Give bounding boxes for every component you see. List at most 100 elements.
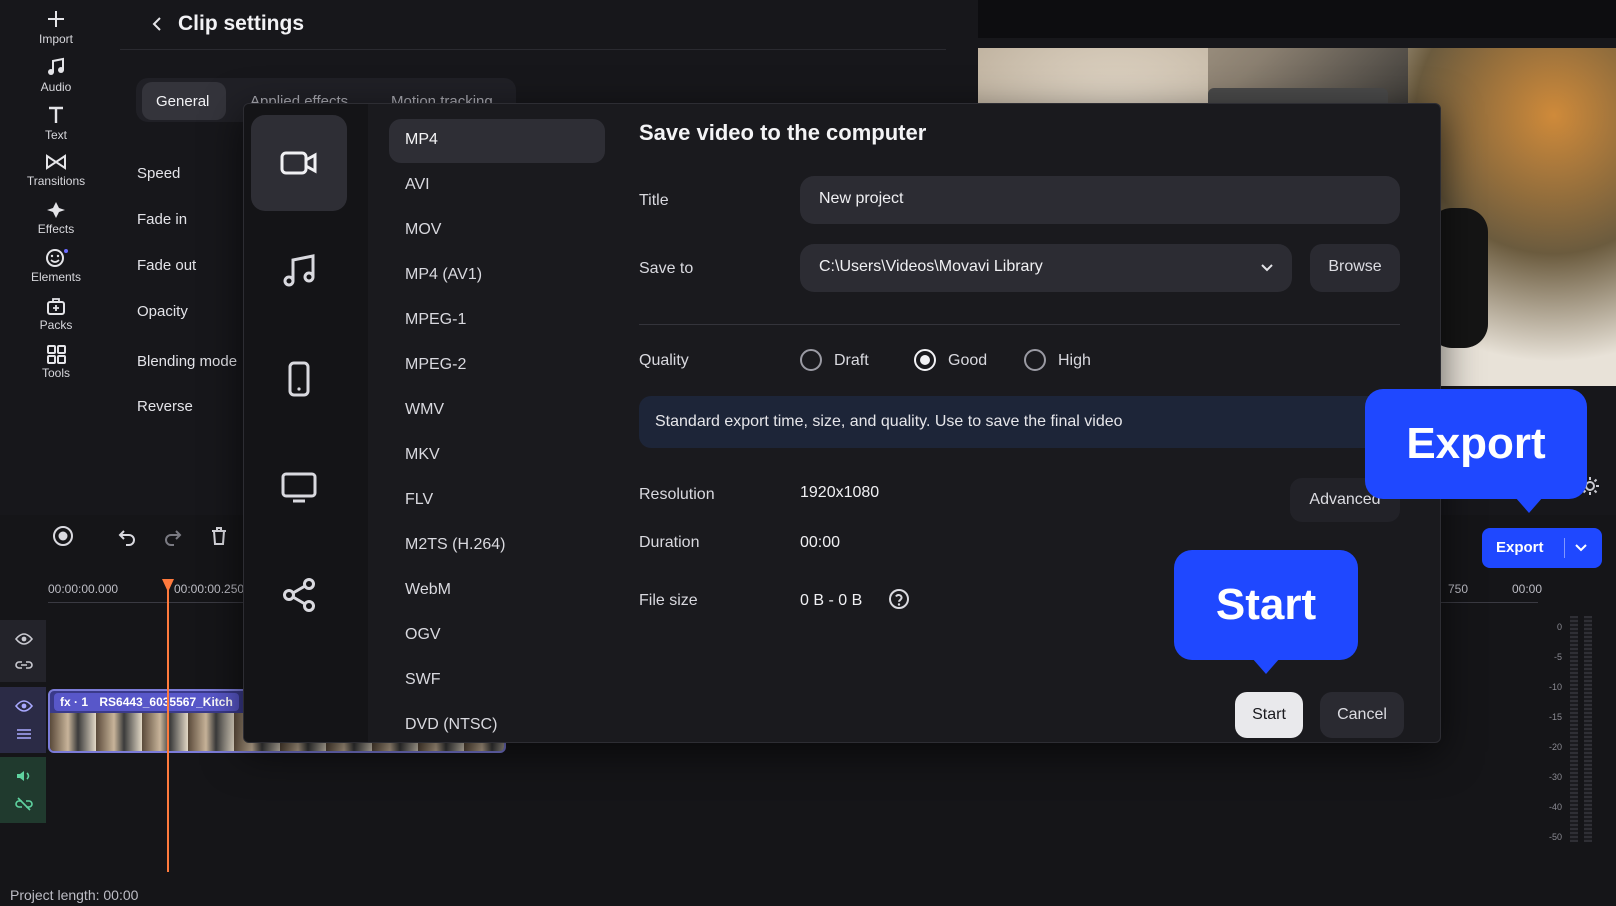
- chevron-down-icon[interactable]: [1574, 542, 1588, 554]
- save-to-value: C:\Users\Videos\Movavi Library: [819, 258, 1043, 275]
- format-item-mov[interactable]: MOV: [389, 209, 605, 253]
- meter-tick: -5: [1553, 652, 1562, 662]
- sparkle-icon: [47, 202, 65, 218]
- trash-icon[interactable]: [208, 525, 230, 547]
- clip-label: fx · 1 RS6443_6035567_Kitch: [54, 693, 239, 711]
- clip-fx-badge: fx · 1: [60, 695, 89, 709]
- meter-scale: 0 -5 -10 -15 -20 -30 -40 -50: [1540, 612, 1562, 852]
- ruler-time-right-2: 00:00: [1512, 582, 1543, 596]
- quality-radio-draft[interactable]: [800, 349, 822, 371]
- meter-bar-left: [1570, 616, 1578, 842]
- title-input-value: New project: [819, 190, 904, 207]
- quality-radio-high[interactable]: [1024, 349, 1046, 371]
- format-item-flv[interactable]: FLV: [389, 479, 605, 523]
- category-video[interactable]: [251, 115, 347, 211]
- toolbar-label-audio: Audio: [40, 80, 72, 94]
- playhead[interactable]: [167, 580, 169, 872]
- unlink-icon[interactable]: [15, 797, 33, 811]
- toolbar-label-import: Import: [38, 32, 73, 46]
- text-icon: [49, 106, 63, 123]
- track-header-video: [0, 687, 46, 753]
- toolbar-packs[interactable]: Packs: [0, 296, 112, 332]
- quality-radio-good[interactable]: [914, 349, 936, 371]
- meter-bar-right: [1584, 616, 1592, 842]
- format-item-mp4-av1[interactable]: MP4 (AV1): [389, 254, 605, 298]
- title-input[interactable]: New project: [800, 176, 1400, 224]
- format-item-m2ts[interactable]: M2TS (H.264): [389, 524, 605, 568]
- meter-tick: 0: [1556, 622, 1562, 632]
- meter-tick: -20: [1548, 742, 1562, 752]
- eye-icon[interactable]: [15, 699, 33, 713]
- setting-fade-in: Fade in: [137, 211, 188, 228]
- smiley-icon: [46, 249, 68, 267]
- browse-button[interactable]: Browse: [1310, 244, 1400, 292]
- quality-label: Quality: [639, 352, 689, 369]
- chevron-left-icon[interactable]: [150, 16, 164, 32]
- redo-icon[interactable]: [162, 525, 184, 547]
- bag-plus-icon: [47, 298, 65, 315]
- category-audio[interactable]: [251, 223, 347, 319]
- record-icon[interactable]: [52, 525, 74, 547]
- format-item-swf[interactable]: SWF: [389, 659, 605, 703]
- save-to-label: Save to: [639, 260, 694, 277]
- toolbar-label-text: Text: [44, 128, 67, 142]
- divider: [639, 324, 1400, 325]
- format-item-wmv[interactable]: WMV: [389, 389, 605, 433]
- export-category-column: [244, 104, 368, 742]
- export-button[interactable]: Export: [1482, 528, 1602, 568]
- grid-icon: [47, 345, 66, 364]
- toolbar-text[interactable]: Text: [0, 104, 112, 142]
- start-callout-text: Start: [1215, 580, 1317, 629]
- duration-value: 00:00: [800, 534, 841, 551]
- export-divider: [1564, 538, 1565, 558]
- format-item-mp4[interactable]: MP4: [389, 119, 605, 163]
- meter-tick: -50: [1548, 832, 1562, 842]
- timeline-controls: [0, 515, 250, 575]
- eye-icon[interactable]: [15, 632, 33, 646]
- format-item-mpeg1[interactable]: MPEG-1: [389, 299, 605, 343]
- category-tv[interactable]: [251, 439, 347, 535]
- effects-toggle-icon[interactable]: [15, 727, 33, 741]
- start-callout: Start: [1174, 550, 1358, 674]
- save-to-dropdown[interactable]: C:\Users\Videos\Movavi Library: [800, 244, 1292, 292]
- toolbar-transitions[interactable]: Transitions: [0, 152, 112, 188]
- setting-speed: Speed: [137, 165, 181, 182]
- meter-tick: -40: [1548, 802, 1562, 812]
- duration-label: Duration: [639, 534, 700, 551]
- link-icon[interactable]: [15, 658, 33, 672]
- setting-opacity: Opacity: [137, 303, 188, 320]
- toolbar-label-effects: Effects: [37, 222, 75, 236]
- share-icon: [283, 578, 315, 612]
- format-item-mkv[interactable]: MKV: [389, 434, 605, 478]
- category-share[interactable]: [251, 547, 347, 643]
- toolbar-label-elements: Elements: [30, 270, 82, 284]
- toolbar-tools[interactable]: Tools: [0, 344, 112, 380]
- format-item-ogv[interactable]: OGV: [389, 614, 605, 658]
- export-button-label: Export: [1496, 539, 1544, 556]
- speaker-icon[interactable]: [15, 769, 33, 783]
- format-item-mpeg2[interactable]: MPEG-2: [389, 344, 605, 388]
- start-button[interactable]: Start: [1235, 692, 1303, 738]
- clip-settings-title: Clip settings: [178, 12, 305, 35]
- format-item-dvd-ntsc[interactable]: DVD (NTSC): [389, 704, 605, 742]
- format-item-avi[interactable]: AVI: [389, 164, 605, 208]
- export-callout-text: Export: [1406, 419, 1546, 468]
- toolbar-effects[interactable]: Effects: [0, 200, 112, 236]
- setting-fade-out: Fade out: [137, 257, 197, 274]
- audio-level-meter: 0 -5 -10 -15 -20 -30 -40 -50: [1540, 612, 1600, 852]
- meter-tick: -30: [1548, 772, 1562, 782]
- undo-icon[interactable]: [116, 525, 138, 547]
- toolbar-audio[interactable]: Audio: [0, 56, 112, 94]
- help-icon[interactable]: [888, 588, 910, 610]
- category-device[interactable]: [251, 331, 347, 427]
- dialog-heading: Save video to the computer: [639, 120, 927, 145]
- monitor-icon: [281, 472, 317, 503]
- playhead-marker-icon[interactable]: [160, 578, 176, 594]
- plus-icon: [48, 11, 64, 27]
- quality-description-box: Standard export time, size, and quality.…: [639, 396, 1400, 448]
- cancel-button[interactable]: Cancel: [1320, 692, 1404, 738]
- toolbar-elements[interactable]: Elements: [0, 248, 112, 284]
- toolbar-import[interactable]: Import: [0, 8, 112, 46]
- toolbar-label-tools: Tools: [41, 366, 70, 380]
- format-item-webm[interactable]: WebM: [389, 569, 605, 613]
